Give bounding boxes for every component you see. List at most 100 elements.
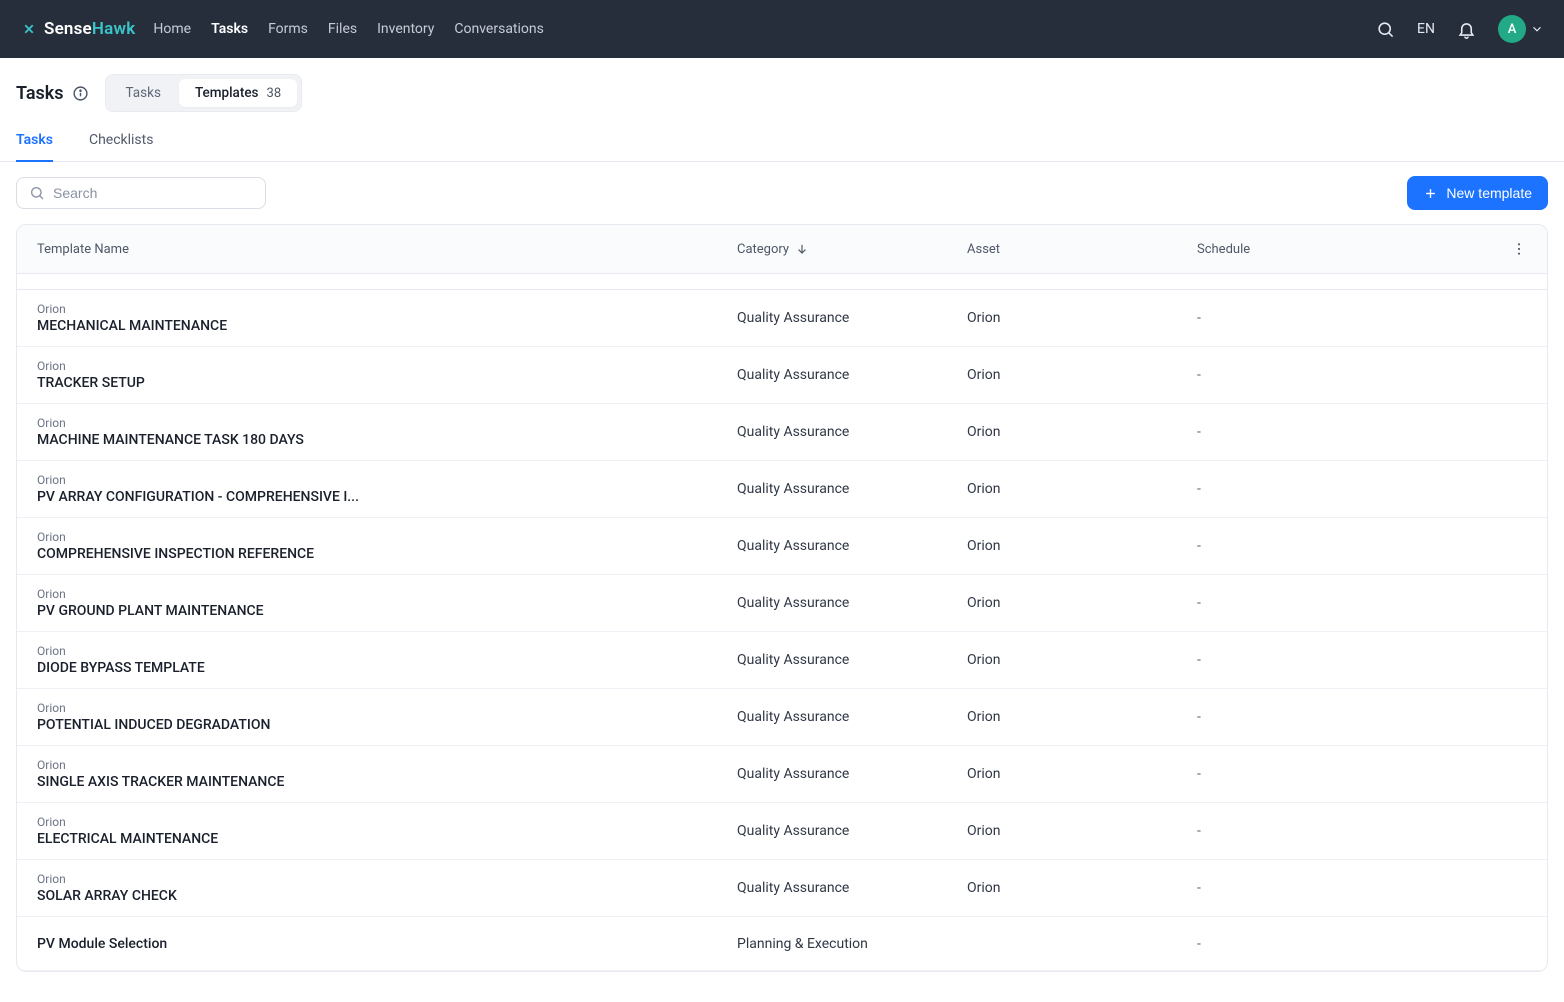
cell-asset: Orion bbox=[967, 367, 1197, 383]
cell-category: Quality Assurance bbox=[737, 880, 967, 896]
cell-template-name: OrionMACHINE MAINTENANCE TASK 180 DAYS bbox=[37, 416, 737, 448]
sort-desc-icon bbox=[795, 242, 809, 256]
search-input[interactable] bbox=[53, 185, 253, 201]
cell-schedule: - bbox=[1197, 880, 1437, 896]
cell-template-title: MECHANICAL MAINTENANCE bbox=[37, 318, 597, 334]
th-schedule[interactable]: Schedule bbox=[1197, 241, 1437, 257]
table-row[interactable]: Orion POTENTIAL INDUCED DEGRADATION Qualit… bbox=[17, 689, 1547, 746]
cell-template-name: Orion SOLAR ARRAY CHECK bbox=[37, 872, 737, 904]
cell-group-label: Orion bbox=[37, 872, 737, 886]
nav-home[interactable]: Home bbox=[153, 21, 191, 37]
cell-asset: Orion bbox=[967, 310, 1197, 326]
new-template-label: New template bbox=[1446, 185, 1532, 201]
cell-category: Quality Assurance bbox=[737, 709, 967, 725]
table-row[interactable]: Orion DIODE BYPASS TEMPLATE Quality Assura… bbox=[17, 632, 1547, 689]
table-row[interactable]: OrionELECTRICAL MAINTENANCEQuality Assur… bbox=[17, 803, 1547, 860]
cell-schedule: - bbox=[1197, 766, 1437, 782]
view-segment: Tasks Templates 38 bbox=[105, 74, 303, 112]
cell-asset: Orion bbox=[967, 538, 1197, 554]
cell-group-label: Orion bbox=[37, 701, 737, 715]
cell-template-name: Orion DIODE BYPASS TEMPLATE bbox=[37, 644, 737, 676]
logo[interactable]: SenseHawk bbox=[20, 19, 135, 39]
th-category[interactable]: Category bbox=[737, 241, 967, 257]
cell-group-label: Orion bbox=[37, 758, 737, 772]
th-schedule-label: Schedule bbox=[1197, 242, 1250, 257]
cell-template-name: Orion SINGLE AXIS TRACKER MAINTENANCE bbox=[37, 758, 737, 790]
subtab-tasks[interactable]: Tasks bbox=[16, 124, 53, 162]
page-top: Tasks Tasks Templates 38 bbox=[0, 58, 1564, 124]
cell-group-label: Orion bbox=[37, 473, 737, 487]
avatar: A bbox=[1498, 15, 1526, 43]
cell-category: Quality Assurance bbox=[737, 367, 967, 383]
th-asset[interactable]: Asset bbox=[967, 241, 1197, 257]
nav-tasks[interactable]: Tasks bbox=[211, 21, 248, 37]
header-right: EN A bbox=[1376, 15, 1544, 43]
nav-files[interactable]: Files bbox=[328, 21, 357, 37]
cell-template-title: POTENTIAL INDUCED DEGRADATION bbox=[37, 717, 597, 733]
table-row[interactable]: Orion SOLAR ARRAY CHECK Quality AssuranceO… bbox=[17, 860, 1547, 917]
table-row[interactable]: OrionMECHANICAL MAINTENANCEQuality Assur… bbox=[17, 290, 1547, 347]
table-row[interactable]: OrionMACHINE MAINTENANCE TASK 180 DAYSQu… bbox=[17, 404, 1547, 461]
nav-conversations[interactable]: Conversations bbox=[454, 21, 543, 37]
cell-template-title: MACHINE MAINTENANCE TASK 180 DAYS bbox=[37, 432, 597, 448]
list-toolbar: New template bbox=[0, 162, 1564, 224]
templates-table: Template Name Category Asset Schedule Or… bbox=[16, 224, 1548, 972]
cell-template-title: ELECTRICAL MAINTENANCE bbox=[37, 831, 597, 847]
search-box[interactable] bbox=[16, 177, 266, 209]
cell-template-name: OrionCOMPREHENSIVE INSPECTION REFERENCE bbox=[37, 530, 737, 562]
language-selector[interactable]: EN bbox=[1417, 21, 1435, 37]
table-row[interactable]: Orion PV ARRAY CONFIGURATION - COMPREHENS… bbox=[17, 461, 1547, 518]
cell-template-name: Orion ELECTRICAL MAINTENANCE bbox=[37, 815, 737, 847]
cell-template-name: Orion MECHANICAL MAINTENANCE bbox=[37, 302, 737, 334]
collapsed-group-bar[interactable] bbox=[17, 274, 1547, 290]
segment-templates-label: Templates bbox=[195, 85, 259, 101]
segment-templates[interactable]: Templates 38 bbox=[179, 79, 297, 107]
cell-schedule: - bbox=[1197, 481, 1437, 497]
cell-group-label: Orion bbox=[37, 815, 737, 829]
logo-icon bbox=[20, 20, 38, 38]
cell-category: Quality Assurance bbox=[737, 766, 967, 782]
segment-tasks[interactable]: Tasks bbox=[110, 79, 177, 107]
page-title-text: Tasks bbox=[16, 83, 64, 104]
cell-category: Quality Assurance bbox=[737, 595, 967, 611]
cell-template-name: OrionTRACKER SETUP bbox=[37, 359, 737, 391]
table-row[interactable]: OrionCOMPREHENSIVE INSPECTION REFERENCEQ… bbox=[17, 518, 1547, 575]
search-icon[interactable] bbox=[1376, 20, 1395, 39]
cell-template-name: OrionPV GROUND PLANT MAINTENANCE bbox=[37, 587, 737, 619]
cell-asset: Orion bbox=[967, 595, 1197, 611]
nav-forms[interactable]: Forms bbox=[268, 21, 308, 37]
th-name-label: Template Name bbox=[37, 242, 129, 257]
th-actions[interactable] bbox=[1437, 241, 1527, 257]
table-row[interactable]: Orion SINGLE AXIS TRACKER MAINTENANCE Qual… bbox=[17, 746, 1547, 803]
cell-template-title: DIODE BYPASS TEMPLATE bbox=[37, 660, 597, 676]
th-name[interactable]: Template Name bbox=[37, 241, 737, 257]
table-header: Template Name Category Asset Schedule bbox=[17, 225, 1547, 274]
new-template-button[interactable]: New template bbox=[1407, 176, 1548, 210]
table-row[interactable]: OrionTRACKER SETUPQuality AssuranceOrion… bbox=[17, 347, 1547, 404]
cell-template-title: PV ARRAY CONFIGURATION - COMPREHENSIVE I… bbox=[37, 489, 597, 505]
cell-template-name: Orion POTENTIAL INDUCED DEGRADATION bbox=[37, 701, 737, 733]
cell-template-title: PV GROUND PLANT MAINTENANCE bbox=[37, 603, 597, 619]
cell-category: Quality Assurance bbox=[737, 652, 967, 668]
cell-group-label: Orion bbox=[37, 644, 737, 658]
cell-category: Quality Assurance bbox=[737, 538, 967, 554]
user-menu[interactable]: A bbox=[1498, 15, 1544, 43]
nav-inventory[interactable]: Inventory bbox=[377, 21, 434, 37]
cell-schedule: - bbox=[1197, 823, 1437, 839]
th-category-label: Category bbox=[737, 242, 789, 257]
cell-schedule: - bbox=[1197, 367, 1437, 383]
cell-template-title: SOLAR ARRAY CHECK bbox=[37, 888, 597, 904]
subtab-checklists[interactable]: Checklists bbox=[89, 124, 154, 161]
avatar-initial: A bbox=[1508, 22, 1517, 37]
table-row[interactable]: OrionPV GROUND PLANT MAINTENANCEQuality … bbox=[17, 575, 1547, 632]
cell-template-title: SINGLE AXIS TRACKER MAINTENANCE bbox=[37, 774, 597, 790]
table-row[interactable]: PV Module SelectionPlanning & Execution- bbox=[17, 917, 1547, 971]
cell-schedule: - bbox=[1197, 709, 1437, 725]
chevron-down-icon bbox=[1530, 22, 1544, 36]
cell-schedule: - bbox=[1197, 310, 1437, 326]
cell-group-label: Orion bbox=[37, 302, 737, 316]
cell-asset: Orion bbox=[967, 823, 1197, 839]
logo-text-hawk: Hawk bbox=[92, 19, 136, 39]
info-icon[interactable] bbox=[72, 85, 89, 102]
bell-icon[interactable] bbox=[1457, 20, 1476, 39]
